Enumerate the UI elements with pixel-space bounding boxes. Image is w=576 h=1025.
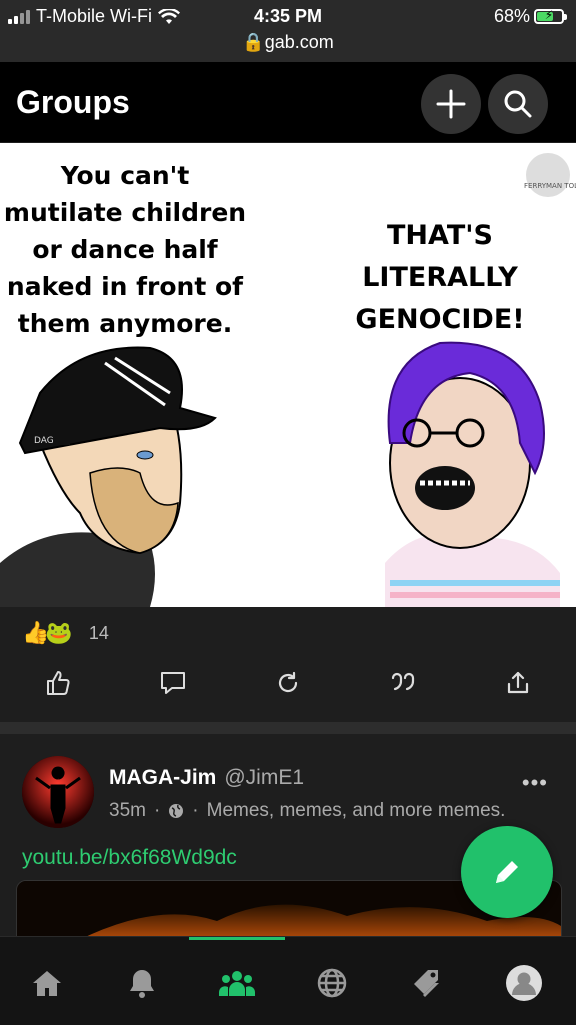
comment-icon [161,672,185,694]
repost-button[interactable] [273,668,303,698]
globe-small-icon [169,804,184,818]
repost-icon [278,671,298,693]
nav-groups[interactable] [217,963,257,1003]
meme-illustration: DAG FERRYMAN TOLLS [0,153,576,607]
nav-notifications[interactable] [122,963,162,1003]
post-actions [0,668,576,708]
plus-icon [436,89,466,119]
post-link[interactable]: youtu.be/bx6f68Wd9dc [22,846,237,870]
tag-icon [414,970,439,997]
pencil-icon [496,861,518,883]
nav-explore[interactable] [312,963,352,1003]
nav-profile[interactable] [504,963,544,1003]
status-bar: T-Mobile Wi-Fi 4:35 PM 🔒gab.com 68% ⚡ [0,0,576,62]
bottom-nav [0,936,576,1025]
comment-button[interactable] [158,668,188,698]
post-divider [0,722,576,734]
lock-icon: 🔒 [242,32,265,52]
url-text: gab.com [264,32,334,52]
author-handle[interactable]: @JimE1 [224,766,304,789]
meta-separator: · [153,800,161,821]
post-group[interactable]: Memes, memes, and more memes. [207,800,506,822]
profile-icon [506,965,542,1001]
more-options-button[interactable]: ••• [522,770,548,796]
page-title: Groups [16,84,130,120]
battery-icon: ⚡ [534,8,567,24]
app-header: Groups [0,62,576,142]
search-button[interactable] [488,74,548,134]
groups-icon [219,971,255,996]
avatar[interactable] [22,756,94,828]
battery-percent: 68% [493,6,530,26]
frog-emoji-icon: 🐸 [45,620,73,645]
watermark-text: FERRYMAN TOLLS [524,182,576,190]
bell-icon [130,970,154,998]
url-bar[interactable]: 🔒gab.com [0,32,576,53]
post-time[interactable]: 35m [109,800,146,822]
post-meta: 35m · · Memes, memes, and more memes. [109,800,505,822]
home-icon [33,971,61,996]
post-image[interactable]: You can't mutilate children or dance hal… [0,143,576,607]
like-button[interactable] [43,668,73,698]
like-icon [47,671,70,695]
cap-badge-text: DAG [34,436,54,446]
active-tab-indicator [189,937,285,940]
nav-home[interactable] [27,963,67,1003]
globe-icon [317,968,347,998]
post-author[interactable]: MAGA-Jim @JimE1 [109,766,304,790]
add-button[interactable] [421,74,481,134]
quote-button[interactable] [388,668,418,698]
battery-status: 68% ⚡ [493,6,567,27]
compose-button[interactable] [461,826,553,918]
share-button[interactable] [503,668,533,698]
share-icon [507,671,529,694]
meta-separator-2: · [192,800,199,821]
reaction-count: 14 [88,622,109,643]
clock: 4:35 PM [253,6,323,26]
nav-marketplace[interactable] [407,963,447,1003]
quote-icon [391,672,415,691]
reaction-summary[interactable]: 👍 🐸 14 [22,620,109,646]
search-icon [504,90,532,118]
author-name[interactable]: MAGA-Jim [109,766,216,789]
